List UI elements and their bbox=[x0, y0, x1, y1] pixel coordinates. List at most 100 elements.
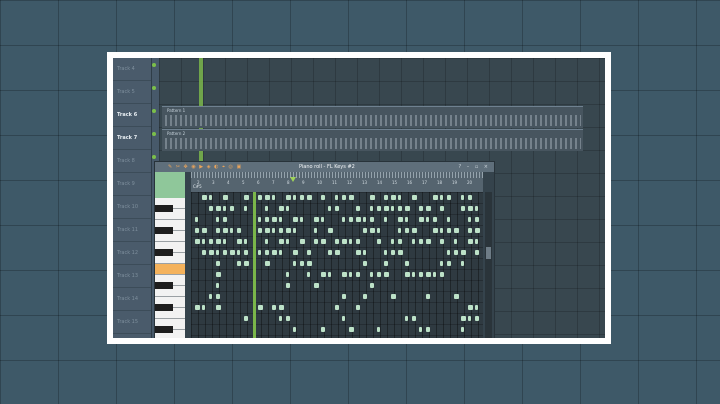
note-block[interactable] bbox=[335, 195, 338, 200]
note-block[interactable] bbox=[195, 217, 198, 222]
pattern-clip[interactable]: Pattern 2 bbox=[162, 129, 583, 151]
note-block[interactable] bbox=[391, 206, 394, 211]
note-block[interactable] bbox=[475, 250, 479, 255]
note-block[interactable] bbox=[314, 239, 318, 244]
note-block[interactable] bbox=[279, 239, 284, 244]
note-block[interactable] bbox=[223, 239, 226, 244]
note-block[interactable] bbox=[426, 206, 431, 211]
note-block[interactable] bbox=[286, 228, 291, 233]
pattern-clip[interactable]: Pattern 1 bbox=[162, 106, 583, 128]
note-block[interactable] bbox=[405, 272, 410, 277]
note-block[interactable] bbox=[209, 206, 213, 211]
note-block[interactable] bbox=[370, 217, 374, 222]
note-grid[interactable]: C#5 bbox=[191, 184, 483, 338]
note-block[interactable] bbox=[216, 228, 220, 233]
note-block[interactable] bbox=[454, 239, 457, 244]
note-block[interactable] bbox=[419, 272, 423, 277]
note-block[interactable] bbox=[468, 228, 472, 233]
note-block[interactable] bbox=[279, 316, 282, 321]
note-block[interactable] bbox=[419, 239, 423, 244]
note-block[interactable] bbox=[370, 272, 373, 277]
note-block[interactable] bbox=[223, 228, 228, 233]
note-block[interactable] bbox=[300, 239, 305, 244]
note-block[interactable] bbox=[475, 217, 479, 222]
piano-keyboard[interactable] bbox=[155, 172, 185, 338]
note-block[interactable] bbox=[426, 217, 429, 222]
note-block[interactable] bbox=[342, 272, 347, 277]
note-block[interactable] bbox=[405, 217, 408, 222]
note-block[interactable] bbox=[412, 228, 417, 233]
white-key[interactable] bbox=[155, 264, 185, 275]
piano-roll-title[interactable]: Piano roll - FL Keys #2 bbox=[299, 164, 355, 170]
note-block[interactable] bbox=[391, 294, 396, 299]
note-block[interactable] bbox=[426, 239, 431, 244]
note-block[interactable] bbox=[426, 294, 430, 299]
note-block[interactable] bbox=[363, 228, 367, 233]
note-block[interactable] bbox=[440, 228, 443, 233]
note-block[interactable] bbox=[356, 305, 360, 310]
note-block[interactable] bbox=[440, 239, 444, 244]
note-block[interactable] bbox=[237, 239, 242, 244]
note-block[interactable] bbox=[461, 195, 464, 200]
note-block[interactable] bbox=[244, 261, 249, 266]
note-block[interactable] bbox=[237, 228, 241, 233]
note-block[interactable] bbox=[398, 217, 403, 222]
note-block[interactable] bbox=[293, 327, 296, 332]
note-block[interactable] bbox=[349, 272, 352, 277]
note-block[interactable] bbox=[384, 217, 387, 222]
note-block[interactable] bbox=[293, 250, 298, 255]
scrollbar-thumb[interactable] bbox=[486, 247, 491, 259]
note-block[interactable] bbox=[216, 294, 220, 299]
note-block[interactable] bbox=[265, 206, 268, 211]
note-block[interactable] bbox=[307, 261, 312, 266]
track-label-4[interactable]: Track 4 bbox=[113, 58, 151, 81]
note-block[interactable] bbox=[398, 206, 402, 211]
note-block[interactable] bbox=[370, 283, 374, 288]
note-block[interactable] bbox=[419, 206, 423, 211]
note-block[interactable] bbox=[447, 250, 450, 255]
note-block[interactable] bbox=[314, 217, 319, 222]
note-block[interactable] bbox=[384, 206, 389, 211]
note-block[interactable] bbox=[398, 239, 402, 244]
note-block[interactable] bbox=[447, 195, 451, 200]
note-block[interactable] bbox=[377, 327, 380, 332]
black-key[interactable] bbox=[155, 227, 173, 234]
note-block[interactable] bbox=[391, 195, 396, 200]
note-block[interactable] bbox=[265, 228, 270, 233]
note-block[interactable] bbox=[412, 316, 416, 321]
note-block[interactable] bbox=[349, 239, 352, 244]
note-block[interactable] bbox=[272, 195, 275, 200]
note-block[interactable] bbox=[419, 217, 424, 222]
note-block[interactable] bbox=[335, 239, 339, 244]
track-label-11[interactable]: Track 11 bbox=[113, 219, 151, 242]
note-block[interactable] bbox=[468, 217, 471, 222]
note-block[interactable] bbox=[468, 239, 473, 244]
note-block[interactable] bbox=[405, 206, 410, 211]
note-block[interactable] bbox=[202, 239, 205, 244]
note-block[interactable] bbox=[468, 206, 473, 211]
note-block[interactable] bbox=[475, 239, 478, 244]
note-block[interactable] bbox=[272, 217, 277, 222]
note-block[interactable] bbox=[258, 217, 261, 222]
track-label-13[interactable]: Track 13 bbox=[113, 265, 151, 288]
note-block[interactable] bbox=[433, 272, 436, 277]
note-block[interactable] bbox=[307, 195, 312, 200]
note-block[interactable] bbox=[461, 261, 464, 266]
note-block[interactable] bbox=[363, 217, 366, 222]
note-block[interactable] bbox=[202, 228, 207, 233]
note-block[interactable] bbox=[356, 250, 361, 255]
note-block[interactable] bbox=[342, 195, 346, 200]
note-block[interactable] bbox=[454, 228, 459, 233]
note-block[interactable] bbox=[475, 206, 478, 211]
note-block[interactable] bbox=[328, 250, 332, 255]
note-block[interactable] bbox=[363, 294, 367, 299]
note-block[interactable] bbox=[440, 206, 444, 211]
note-block[interactable] bbox=[398, 195, 401, 200]
note-block[interactable] bbox=[202, 305, 205, 310]
note-block[interactable] bbox=[384, 195, 388, 200]
note-block[interactable] bbox=[377, 239, 381, 244]
note-block[interactable] bbox=[391, 250, 395, 255]
note-block[interactable] bbox=[223, 206, 226, 211]
note-block[interactable] bbox=[377, 206, 381, 211]
note-block[interactable] bbox=[349, 217, 353, 222]
